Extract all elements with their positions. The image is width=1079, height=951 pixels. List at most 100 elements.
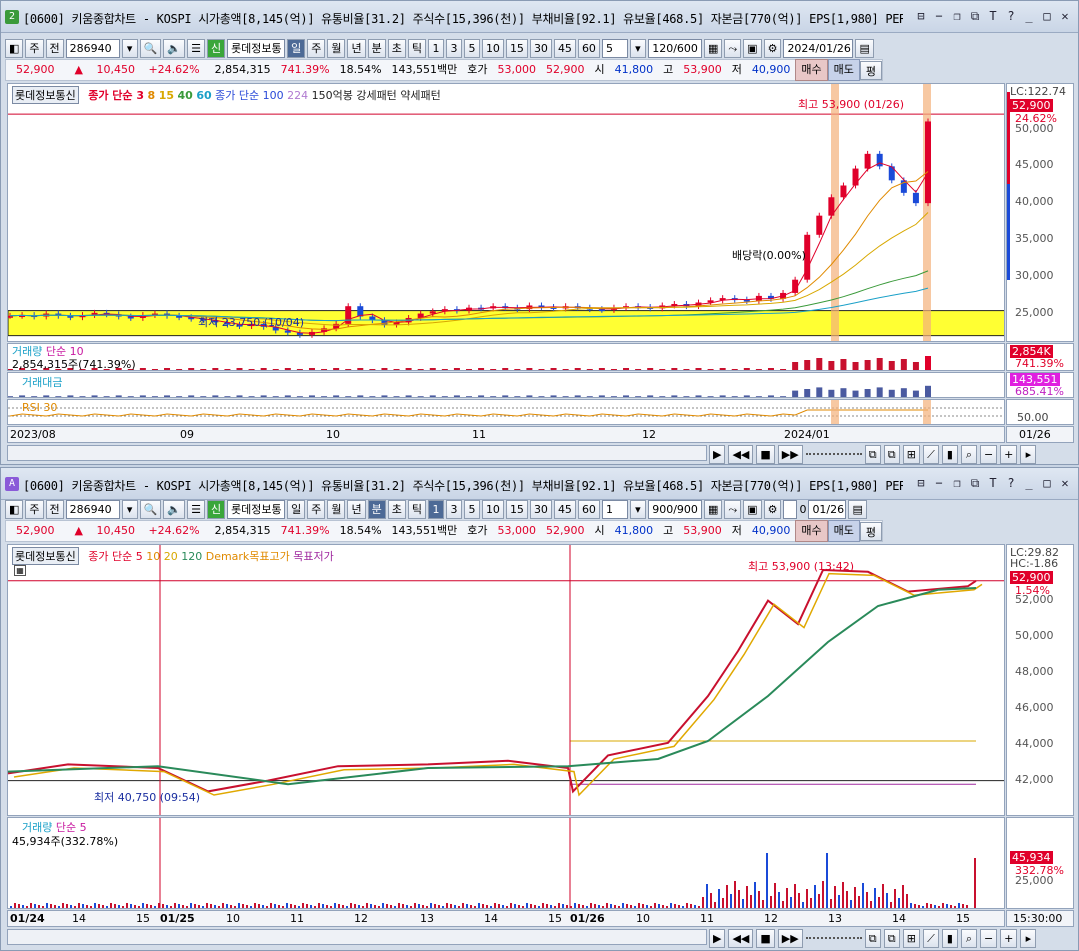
sell-button[interactable]: 매도 — [827, 520, 860, 542]
count-input[interactable]: 900/900 — [647, 499, 702, 519]
menu-icon[interactable]: ☰ — [187, 499, 205, 519]
fit-icon[interactable]: ⊞ — [902, 445, 920, 464]
zoom-icon[interactable]: ⌕ — [960, 445, 977, 464]
buy-button[interactable]: 매수 — [795, 59, 828, 81]
forward-icon[interactable]: ▶▶ — [777, 929, 803, 948]
view-icon[interactable]: ⧉ — [864, 929, 881, 948]
stop-icon[interactable]: ■ — [756, 445, 775, 464]
tab-day[interactable]: 일 — [287, 38, 306, 58]
tab-tick[interactable]: 틱 — [407, 499, 426, 519]
prev-button[interactable]: 전 — [45, 38, 64, 58]
interval-3[interactable]: 3 — [445, 499, 462, 519]
tab-minute[interactable]: 분 — [367, 38, 386, 58]
tab-year[interactable]: 년 — [347, 38, 366, 58]
step-dropdown-icon[interactable]: ▾ — [629, 499, 646, 519]
search-icon[interactable]: 🔍 — [139, 499, 162, 519]
indicator-icon[interactable]: ▦ — [703, 499, 723, 519]
interval-15[interactable]: 15 — [505, 499, 528, 519]
play-icon[interactable]: ▶ — [709, 929, 726, 948]
tab-week[interactable]: 주 — [307, 499, 326, 519]
stop-icon[interactable]: ■ — [756, 929, 775, 948]
save-icon[interactable]: ▣ — [743, 499, 762, 519]
settings-icon[interactable]: ⚙ — [763, 38, 782, 58]
forward-icon[interactable]: ▶▶ — [777, 445, 803, 464]
rewind-icon[interactable]: ◀◀ — [728, 445, 754, 464]
stock-code-input[interactable]: 286940 — [65, 38, 120, 58]
indicator-icon[interactable]: ▦ — [703, 38, 723, 58]
view2-icon[interactable]: ⧉ — [883, 445, 900, 464]
price-chart[interactable]: 롯데정보통신 종가 단순 5 10 20 120 Demark목표고가 목표저가… — [7, 544, 1005, 816]
grid-icon[interactable]: ▦ — [14, 565, 26, 576]
zoom-slider[interactable] — [805, 445, 862, 455]
interval-5[interactable]: 5 — [463, 38, 480, 58]
tab-week[interactable]: 주 — [307, 38, 326, 58]
minimize-window-icon[interactable]: _ — [1022, 475, 1036, 491]
play-icon[interactable]: ▶ — [709, 445, 726, 464]
avg-button[interactable]: 평 — [859, 521, 883, 541]
minimize-icon[interactable]: − — [932, 8, 946, 24]
price-chart[interactable]: 롯데정보통신 종가 단순 3 8 15 40 60 종가 단순 100 224 … — [7, 83, 1005, 342]
tab-month[interactable]: 월 — [327, 499, 346, 519]
checkbox[interactable] — [783, 499, 798, 519]
interval-30[interactable]: 30 — [529, 499, 552, 519]
interval-15[interactable]: 15 — [505, 38, 528, 58]
interval-5[interactable]: 5 — [463, 499, 480, 519]
sell-button[interactable]: 매도 — [827, 59, 860, 81]
minus-icon[interactable]: − — [979, 929, 998, 948]
minimize-icon[interactable]: − — [932, 475, 946, 491]
volume-pane[interactable]: 거래량 단순 5 45,934주(332.78%) — [7, 817, 1005, 909]
buy-button[interactable]: 매수 — [795, 520, 828, 542]
minus-icon[interactable]: − — [979, 445, 998, 464]
line-icon[interactable]: ⟋ — [922, 445, 939, 464]
help-icon[interactable]: ? — [1004, 475, 1018, 491]
count-input[interactable]: 120/600 — [647, 38, 702, 58]
tile-icon[interactable]: ⧉ — [968, 475, 982, 491]
stock-name-field[interactable]: 롯데정보통 — [227, 38, 286, 58]
tab-second[interactable]: 초 — [387, 499, 406, 519]
code-dropdown-icon[interactable]: ▾ — [121, 38, 138, 58]
interval-10[interactable]: 10 — [481, 499, 504, 519]
zoom-icon[interactable]: ⌕ — [960, 929, 977, 948]
prev-button[interactable]: 전 — [45, 499, 64, 519]
restore-icon[interactable]: ❐ — [950, 8, 964, 24]
bar-icon[interactable]: ▮ — [941, 929, 958, 948]
rewind-icon[interactable]: ◀◀ — [728, 929, 754, 948]
horizontal-scrollbar[interactable] — [7, 445, 707, 461]
interval-60[interactable]: 60 — [577, 38, 600, 58]
layout-icon[interactable]: ◧ — [5, 38, 24, 58]
step-dropdown-icon[interactable]: ▾ — [629, 38, 646, 58]
interval-1[interactable]: 1 — [427, 499, 444, 519]
tab-second[interactable]: 초 — [387, 38, 406, 58]
zoom-slider[interactable] — [805, 929, 862, 939]
tile-icon[interactable]: ⧉ — [968, 8, 982, 24]
sound-icon[interactable]: 🔈 — [163, 499, 186, 519]
stock-code-input[interactable]: 286940 — [65, 499, 120, 519]
tab-month[interactable]: 월 — [327, 38, 346, 58]
amount-pane[interactable]: 거래대금 — [7, 372, 1005, 398]
tab-tick[interactable]: 틱 — [407, 38, 426, 58]
plus-icon[interactable]: + — [1000, 929, 1018, 948]
interval-10[interactable]: 10 — [481, 38, 504, 58]
help-icon[interactable]: ? — [1004, 8, 1018, 24]
period-select[interactable]: 주 — [25, 38, 44, 58]
font-icon[interactable]: T — [986, 475, 1000, 491]
legend-stock-name[interactable]: 롯데정보통신 — [12, 547, 79, 565]
font-icon[interactable]: T — [986, 8, 1000, 24]
view-icon[interactable]: ⧉ — [864, 445, 881, 464]
interval-30[interactable]: 30 — [529, 38, 552, 58]
save-icon[interactable]: ▣ — [743, 38, 762, 58]
line-icon[interactable]: ⟋ — [922, 929, 939, 948]
period-select[interactable]: 주 — [25, 499, 44, 519]
arrow-icon[interactable]: ▸ — [1020, 929, 1037, 948]
volume-pane[interactable]: 거래량 단순 10 2,854,315주(741.39%) — [7, 343, 1005, 371]
fit-icon[interactable]: ⊞ — [902, 929, 920, 948]
search-icon[interactable]: 🔍 — [139, 38, 162, 58]
close-icon[interactable]: ✕ — [1058, 475, 1072, 491]
close-icon[interactable]: ✕ — [1058, 8, 1072, 24]
view2-icon[interactable]: ⧉ — [883, 929, 900, 948]
plus-icon[interactable]: + — [1000, 445, 1018, 464]
pin-icon[interactable]: ⊟ — [914, 8, 928, 24]
date-input[interactable]: 01/26 — [808, 499, 847, 519]
step-input[interactable]: 1 — [601, 499, 628, 519]
pattern-icon[interactable]: ⤳ — [724, 499, 742, 519]
